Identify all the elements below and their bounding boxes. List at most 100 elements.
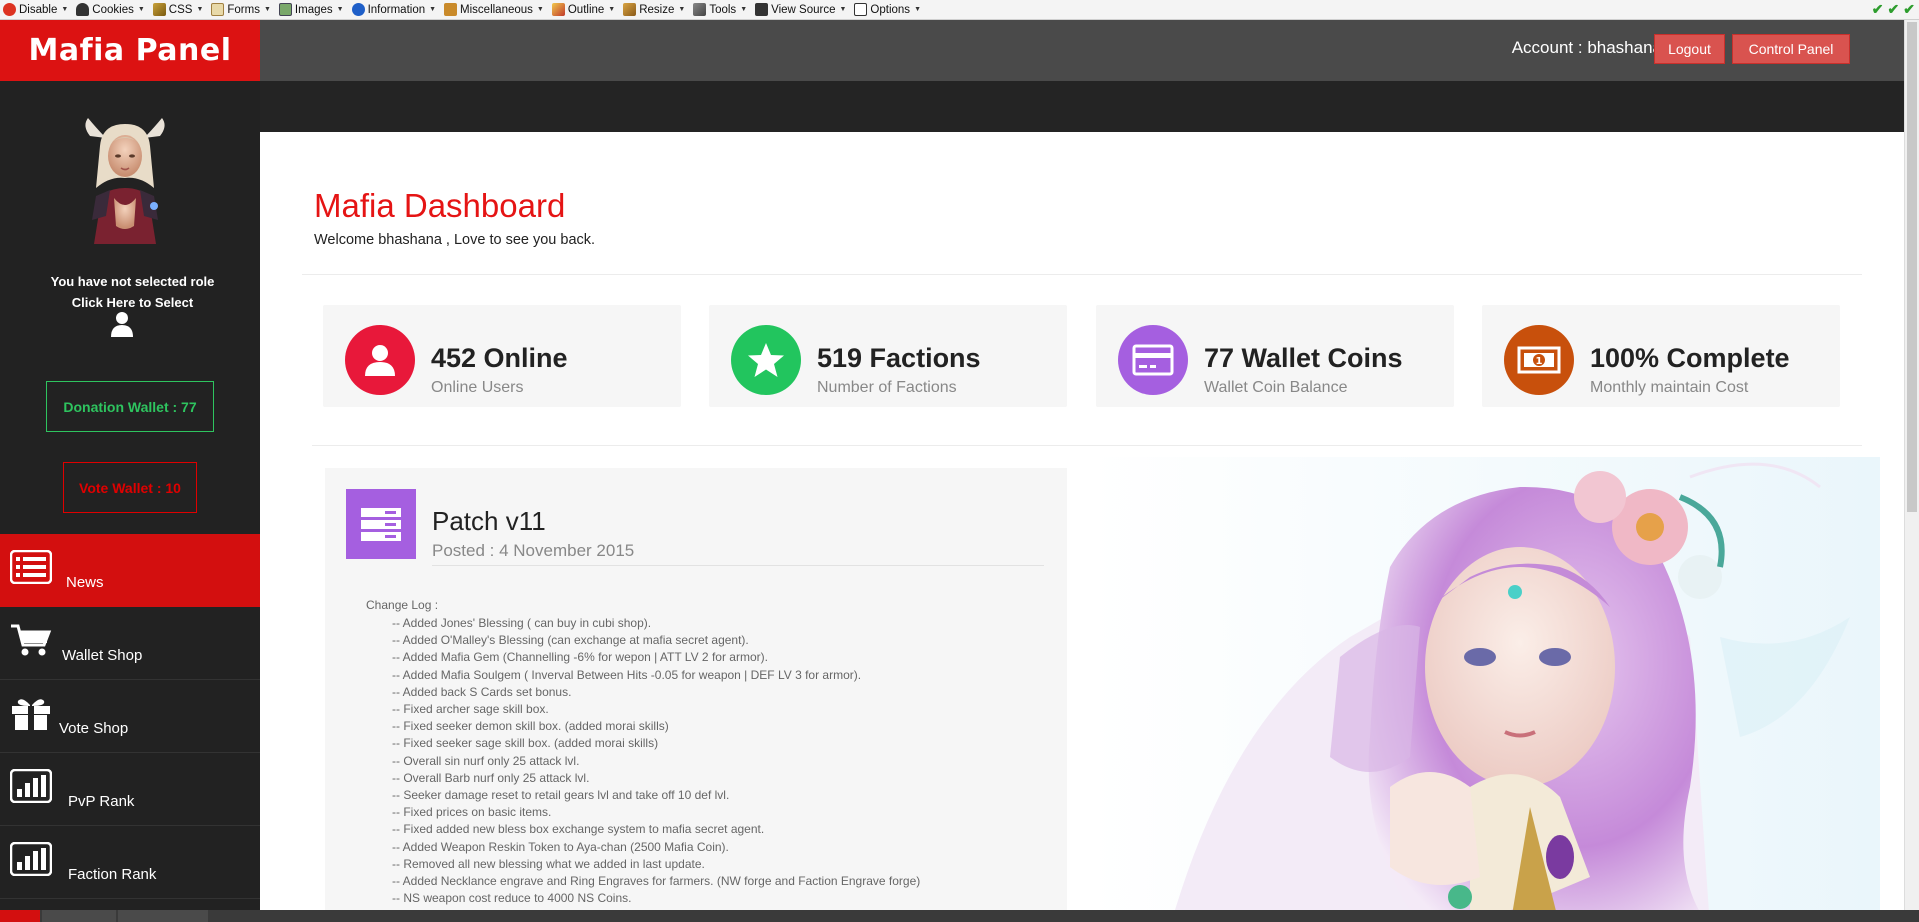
check-icon[interactable]: ✔ xyxy=(1872,1,1884,18)
sidebar-item-wallet-shop[interactable]: Wallet Shop xyxy=(0,607,260,680)
gift-icon xyxy=(12,699,50,730)
tools-icon xyxy=(693,3,707,16)
changelog-item: -- Added Jones' Blessing ( can buy in cu… xyxy=(392,616,652,630)
sidebar-item-faction-rank[interactable]: Faction Rank xyxy=(0,826,260,899)
options-icon xyxy=(854,3,868,16)
stat-icon-circle xyxy=(345,325,415,395)
outline-icon xyxy=(551,3,565,16)
information-icon xyxy=(351,3,365,16)
role-status-text: You have not selected role xyxy=(50,274,215,289)
bottom-bar xyxy=(0,910,1919,922)
main-header-strip xyxy=(260,81,1904,132)
sidebar-item-label: Vote Shop xyxy=(59,720,129,737)
changelog-list: -- Added Jones' Blessing ( can buy in cu… xyxy=(392,615,920,907)
patch-date: Posted : 4 November 2015 xyxy=(432,541,635,560)
cart-icon xyxy=(11,624,52,656)
svg-text:1: 1 xyxy=(1536,356,1543,367)
toolbar-miscellaneous[interactable]: Miscellaneous ▼ xyxy=(441,0,549,20)
changelog-heading: Change Log : xyxy=(366,598,439,612)
money-icon: 1 xyxy=(1517,346,1561,374)
scrollbar-thumb[interactable] xyxy=(1907,22,1917,512)
sidebar-item-vote-shop[interactable]: Vote Shop xyxy=(0,680,260,753)
toolbar-forms[interactable]: Forms ▼ xyxy=(208,0,276,20)
stat-value: 77 Wallet Coins xyxy=(1204,343,1403,373)
role-selector[interactable]: You have not selected role Click Here to… xyxy=(0,271,260,313)
bar-chart-icon xyxy=(10,769,52,803)
toolbar-disable[interactable]: Disable ▼ xyxy=(0,0,73,20)
stat-card-factions: 519 Factions Number of Factions xyxy=(709,305,1067,407)
donation-wallet-badge: Donation Wallet : 77 xyxy=(46,381,214,432)
toolbar-information[interactable]: Information ▼ xyxy=(349,0,441,20)
toolbar-resize[interactable]: Resize ▼ xyxy=(620,0,690,20)
credit-card-icon xyxy=(1132,344,1174,376)
resize-icon xyxy=(623,3,637,16)
sidebar-item-label: News xyxy=(66,574,104,591)
bottom-bar-segment xyxy=(42,910,116,922)
toolbar-cookies[interactable]: Cookies ▼ xyxy=(73,0,150,20)
character-avatar xyxy=(85,118,165,244)
stat-icon-circle: 1 xyxy=(1504,325,1574,395)
stat-label: Wallet Coin Balance xyxy=(1204,379,1348,396)
role-select-link[interactable]: Click Here to Select xyxy=(0,292,260,313)
top-header: Account : bhashana Logout Control Panel xyxy=(260,20,1904,81)
sidebar-item-news[interactable]: News xyxy=(0,534,260,607)
stat-value: 452 Online xyxy=(431,343,568,373)
changelog-item: -- Added back S Cards set bonus. xyxy=(392,684,572,699)
dashboard-panel: Mafia Dashboard Welcome bhashana , Love … xyxy=(290,157,1880,922)
changelog-item: -- Added Necklance engrave and Ring Engr… xyxy=(392,874,921,889)
brand-logo[interactable]: Mafia Panel xyxy=(0,20,260,81)
stat-card-online: 452 Online Online Users xyxy=(323,305,681,407)
sidebar: You have not selected role Click Here to… xyxy=(0,81,260,910)
changelog-item: -- Fixed archer sage skill box. xyxy=(392,702,549,717)
sidebar-item-label: PvP Rank xyxy=(68,793,135,810)
toolbar-tools[interactable]: Tools ▼ xyxy=(690,0,752,20)
sidebar-item-label: Faction Rank xyxy=(68,866,157,883)
main-content: Mafia Dashboard Welcome bhashana , Love … xyxy=(260,132,1904,922)
toolbar-status: ✔ ✔ ✔ xyxy=(1872,1,1919,18)
divider xyxy=(312,445,1862,446)
images-icon xyxy=(278,3,292,16)
bottom-bar-segment xyxy=(118,910,208,922)
toolbar-css[interactable]: CSS ▼ xyxy=(150,0,209,20)
logout-button[interactable]: Logout xyxy=(1654,34,1725,64)
bar-chart-icon xyxy=(10,842,52,876)
toolbar-options[interactable]: Options ▼ xyxy=(851,0,926,20)
vote-wallet-badge: Vote Wallet : 10 xyxy=(63,462,197,513)
css-icon xyxy=(152,3,166,16)
control-panel-button[interactable]: Control Panel xyxy=(1732,34,1850,64)
star-icon xyxy=(748,343,784,377)
account-name: Account : bhashana xyxy=(1511,38,1662,57)
forms-icon xyxy=(211,3,225,16)
browser-toolbar: Disable ▼ Cookies ▼ CSS ▼ Forms ▼ Images ▼ In… xyxy=(0,0,1919,20)
changelog-item: -- Fixed prices on basic items. xyxy=(392,805,552,820)
stat-card-wallet-coins: 77 Wallet Coins Wallet Coin Balance xyxy=(1096,305,1454,407)
welcome-message: Welcome bhashana , Love to see you back. xyxy=(314,232,596,248)
character-artwork xyxy=(1090,457,1880,922)
disable-icon xyxy=(3,3,16,16)
changelog-item: -- Overall sin nurf only 25 attack lvl. xyxy=(392,753,580,768)
user-icon[interactable] xyxy=(110,311,134,337)
stat-value: 100% Complete xyxy=(1590,343,1790,373)
toolbar-view-source[interactable]: View Source ▼ xyxy=(752,0,851,20)
toolbar-outline[interactable]: Outline ▼ xyxy=(549,0,620,20)
divider xyxy=(432,565,1044,566)
divider xyxy=(302,274,1862,275)
check-icon[interactable]: ✔ xyxy=(1888,1,1900,18)
changelog-item: -- NS weapon cost reduce to 4000 NS Coin… xyxy=(392,891,632,906)
miscellaneous-icon xyxy=(444,3,458,16)
changelog-item: -- Fixed added new bless box exchange sy… xyxy=(392,822,765,837)
check-icon[interactable]: ✔ xyxy=(1903,1,1915,18)
sidebar-item-pvp-rank[interactable]: PvP Rank xyxy=(0,753,260,826)
changelog-item: -- Added Mafia Soulgem ( Inverval Betwee… xyxy=(392,667,862,682)
server-icon xyxy=(346,489,416,559)
toolbar-images[interactable]: Images ▼ xyxy=(276,0,349,20)
changelog-item: -- Seeker damage reset to retail gears l… xyxy=(392,788,730,803)
changelog-item: -- Fixed seeker sage skill box. (added m… xyxy=(392,736,659,751)
view-source-icon xyxy=(755,3,769,16)
stat-label: Online Users xyxy=(431,379,524,396)
changelog-item: -- Fixed seeker demon skill box. (added … xyxy=(392,719,669,734)
vertical-scrollbar[interactable] xyxy=(1904,20,1919,910)
sidebar-nav: News Wallet Shop Vote Shop PvP Rank Fact… xyxy=(0,534,260,899)
stat-label: Monthly maintain Cost xyxy=(1590,379,1749,396)
changelog-item: -- Removed all new blessing what we adde… xyxy=(392,856,705,871)
